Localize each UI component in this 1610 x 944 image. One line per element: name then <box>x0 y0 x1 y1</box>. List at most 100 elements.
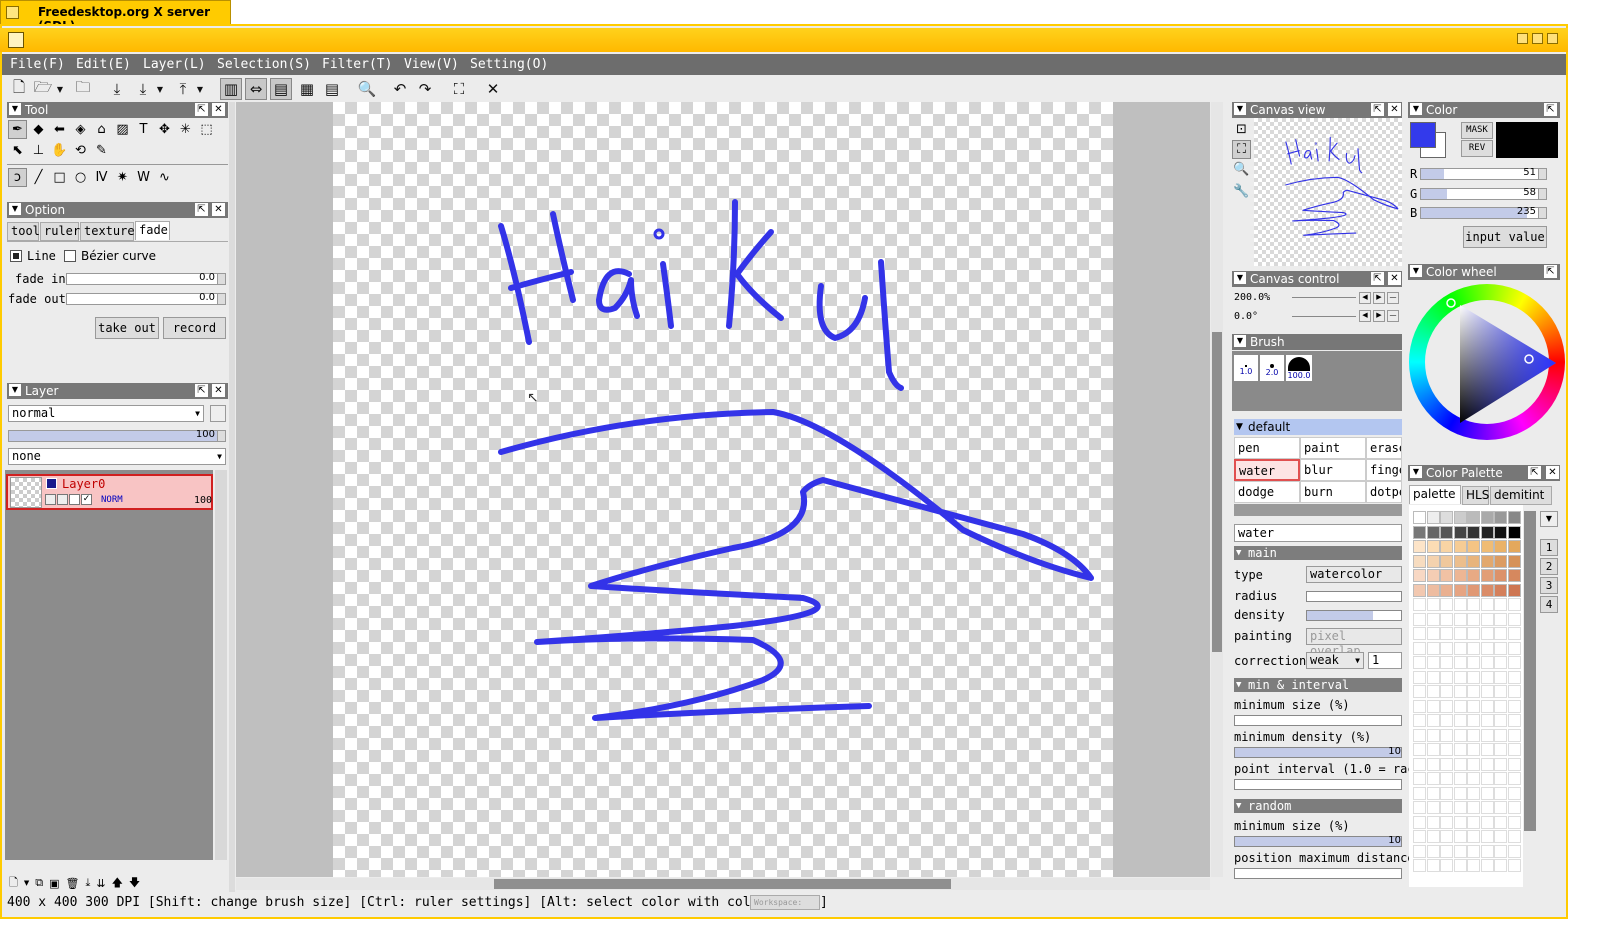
collapse-icon[interactable]: ▼ <box>1234 103 1246 115</box>
radius-slider[interactable] <box>1306 591 1402 602</box>
palette-empty-swatch[interactable] <box>1467 656 1480 669</box>
maximize-icon[interactable] <box>1547 33 1558 44</box>
palette-empty-swatch[interactable] <box>1440 641 1453 655</box>
palette-empty-swatch[interactable] <box>1507 815 1521 829</box>
layer-opacity-slider[interactable]: 100 <box>8 429 226 442</box>
palette-empty-swatch[interactable] <box>1494 844 1507 858</box>
save-dropdown-icon[interactable]: ▼ <box>154 78 166 100</box>
palette-empty-swatch[interactable] <box>1440 801 1453 814</box>
zoom-fit-icon[interactable]: ⊡ <box>1232 120 1251 139</box>
palette-empty-swatch[interactable] <box>1494 685 1507 698</box>
layer-row[interactable]: Layer0 ✓ NORM 100 <box>6 474 213 510</box>
brush-tool-icon[interactable]: ◆ <box>29 120 48 139</box>
palette-empty-swatch[interactable] <box>1413 699 1426 713</box>
panel-close-icon[interactable]: ✕ <box>212 203 225 216</box>
brush-paint[interactable]: paint <box>1300 437 1366 459</box>
section-min-interval[interactable]: ▼ min & interval <box>1234 678 1402 692</box>
palette-empty-swatch[interactable] <box>1494 714 1507 727</box>
palette-swatch[interactable] <box>1467 511 1480 524</box>
palette-empty-swatch[interactable] <box>1440 815 1453 829</box>
palette-empty-swatch[interactable] <box>1453 685 1467 698</box>
new-icon[interactable]: 🗋 <box>8 78 30 100</box>
palette-empty-swatch[interactable] <box>1467 830 1480 843</box>
palette-empty-swatch[interactable] <box>1426 656 1440 669</box>
palette-empty-swatch[interactable] <box>1494 772 1507 785</box>
save-as-icon[interactable]: ⤓ <box>132 78 154 100</box>
color-wheel-header[interactable]: ▼ Color wheel ⇱ <box>1408 264 1560 280</box>
palette-swatch[interactable] <box>1507 554 1521 568</box>
palette-empty-swatch[interactable] <box>1426 714 1440 727</box>
freehand-icon[interactable]: ↄ <box>8 168 27 187</box>
palette-empty-swatch[interactable] <box>1453 844 1467 858</box>
layer-mask-icon[interactable]: ▣ <box>49 877 59 890</box>
palette-swatch[interactable] <box>1440 540 1453 553</box>
rect-select-icon[interactable]: ⬚ <box>197 120 216 139</box>
palette-empty-swatch[interactable] <box>1413 670 1426 684</box>
palette-empty-swatch[interactable] <box>1507 772 1521 785</box>
layout-3-icon[interactable]: ▤ <box>270 78 292 100</box>
select-arrow-icon[interactable]: ⬉ <box>8 141 27 160</box>
rectangle-icon[interactable]: □ <box>50 168 69 187</box>
palette-empty-swatch[interactable] <box>1507 685 1521 698</box>
b-slider[interactable]: 235 <box>1420 206 1547 219</box>
palette-empty-swatch[interactable] <box>1426 772 1440 785</box>
palette-empty-swatch[interactable] <box>1453 641 1467 655</box>
canvas-view-header[interactable]: ▼ Canvas view ⇱ ✕ <box>1232 102 1402 118</box>
palette-empty-swatch[interactable] <box>1440 830 1453 843</box>
transform-tool-icon[interactable]: ⟲ <box>71 141 90 160</box>
move-up-icon[interactable]: 🡅 <box>112 874 123 893</box>
panel-close-icon[interactable]: ✕ <box>1388 272 1401 285</box>
palette-empty-swatch[interactable] <box>1440 772 1453 785</box>
mask-button[interactable]: MASK <box>1461 122 1493 139</box>
palette-empty-swatch[interactable] <box>1480 627 1494 640</box>
palette-empty-swatch[interactable] <box>1507 627 1521 640</box>
line-icon[interactable]: ╱ <box>29 168 48 187</box>
palette-empty-swatch[interactable] <box>1467 844 1480 858</box>
palette-empty-swatch[interactable] <box>1494 641 1507 655</box>
tab-fade[interactable]: fade <box>135 221 170 240</box>
zoom-out-icon[interactable]: ◀ <box>1359 292 1371 304</box>
palette-empty-swatch[interactable] <box>1467 815 1480 829</box>
palette-swatch[interactable] <box>1453 540 1467 553</box>
palette-empty-swatch[interactable] <box>1440 757 1453 771</box>
palette-empty-swatch[interactable] <box>1413 743 1426 756</box>
palette-empty-swatch[interactable] <box>1440 627 1453 640</box>
palette-empty-swatch[interactable] <box>1507 859 1521 872</box>
brush-name-field[interactable]: water <box>1234 524 1402 542</box>
palette-page-4[interactable]: 4 <box>1540 596 1558 613</box>
panel-close-icon[interactable]: ✕ <box>1546 466 1559 479</box>
tab-hls[interactable]: HLS <box>1462 486 1489 505</box>
palette-empty-swatch[interactable] <box>1413 772 1426 785</box>
palette-swatch[interactable] <box>1467 569 1480 582</box>
min-size-slider[interactable] <box>1234 715 1402 726</box>
polyline-icon[interactable]: Ⅳ <box>92 168 111 187</box>
palette-empty-swatch[interactable] <box>1467 685 1480 698</box>
palette-swatch[interactable] <box>1467 525 1480 539</box>
canvas-preview[interactable] <box>1254 118 1402 266</box>
palette-swatch[interactable] <box>1494 540 1507 553</box>
record-button[interactable]: record <box>163 317 226 339</box>
palette-empty-swatch[interactable] <box>1413 830 1426 843</box>
palette-empty-swatch[interactable] <box>1480 815 1494 829</box>
menu-view[interactable]: View(V) <box>404 57 459 72</box>
palette-empty-swatch[interactable] <box>1467 772 1480 785</box>
palette-empty-swatch[interactable] <box>1467 598 1480 611</box>
palette-empty-swatch[interactable] <box>1453 786 1467 800</box>
palette-empty-swatch[interactable] <box>1413 714 1426 727</box>
palette-swatch[interactable] <box>1413 540 1426 553</box>
palette-swatch[interactable] <box>1494 569 1507 582</box>
palette-empty-swatch[interactable] <box>1494 786 1507 800</box>
palette-empty-swatch[interactable] <box>1480 772 1494 785</box>
brush-size-2[interactable]: 2.0 <box>1260 355 1284 381</box>
palette-empty-swatch[interactable] <box>1440 699 1453 713</box>
palette-scrollbar[interactable] <box>1524 511 1536 831</box>
palette-empty-swatch[interactable] <box>1440 612 1453 626</box>
magic-wand-icon[interactable]: ✳ <box>176 120 195 139</box>
collapse-icon[interactable]: ▼ <box>1410 265 1422 277</box>
minimize-icon[interactable] <box>1517 33 1528 44</box>
eyedropper-icon[interactable]: ✎ <box>92 141 111 160</box>
palette-empty-swatch[interactable] <box>1426 598 1440 611</box>
hand-tool-icon[interactable]: ✋ <box>50 141 69 160</box>
color-header[interactable]: ▼ Color ⇱ <box>1408 102 1560 118</box>
collapse-icon[interactable]: ▼ <box>9 384 21 396</box>
